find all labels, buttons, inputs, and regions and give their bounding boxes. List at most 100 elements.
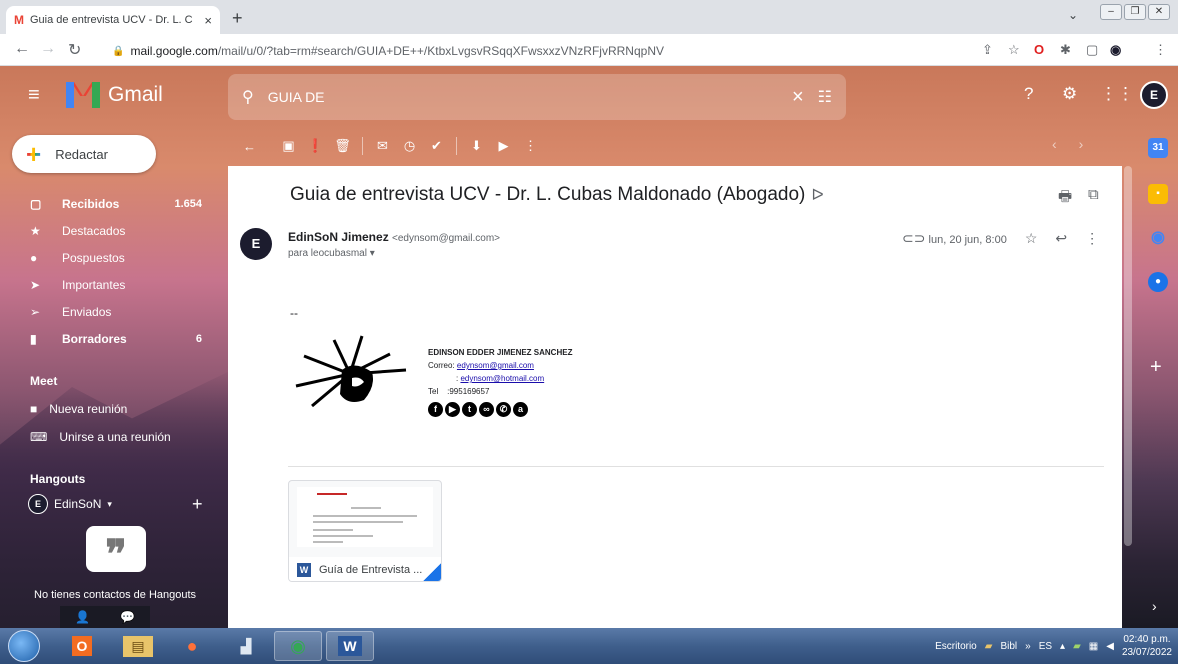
expand-panel-icon[interactable]: › bbox=[1152, 598, 1157, 614]
chrome-taskbar-icon[interactable]: ◉ bbox=[274, 631, 322, 661]
move-to-icon[interactable]: ⬇ bbox=[463, 138, 490, 154]
apps-grid-icon[interactable]: ⋮⋮ bbox=[1100, 84, 1134, 104]
youtube-icon[interactable]: ▶ bbox=[445, 402, 460, 417]
pager-arrows-icon[interactable]: ‹› bbox=[1052, 136, 1105, 152]
clock-date: 23/07/2022 bbox=[1121, 647, 1172, 658]
tab-close-icon[interactable]: × bbox=[204, 13, 212, 28]
network-taskbar-icon[interactable]: ▟ bbox=[222, 631, 270, 661]
calendar-icon[interactable]: 31 bbox=[1148, 138, 1168, 158]
maximize-button[interactable]: ❐ bbox=[1124, 4, 1146, 20]
add-task-icon[interactable]: ✔ bbox=[423, 138, 450, 154]
profile-avatar-icon[interactable]: ◉ bbox=[1110, 42, 1121, 58]
settings-gear-icon[interactable]: ⚙ bbox=[1062, 84, 1077, 104]
minimize-button[interactable]: – bbox=[1100, 4, 1122, 20]
library-label[interactable]: Bibl bbox=[1000, 641, 1017, 652]
hangouts-user[interactable]: E EdinSoN ▾ bbox=[28, 494, 112, 514]
reload-icon[interactable]: ↻ bbox=[68, 40, 81, 60]
compose-button[interactable]: + Redactar bbox=[12, 135, 156, 173]
url-path: /mail/u/0/?tab=rm#search/GUIA+DE++/KtbxL… bbox=[217, 44, 664, 58]
back-arrow-icon[interactable]: ← bbox=[14, 40, 30, 58]
search-options-icon[interactable]: ☷ bbox=[818, 87, 832, 107]
message-scrollbar[interactable] bbox=[1124, 166, 1132, 546]
reply-icon[interactable]: ↩ bbox=[1055, 230, 1067, 247]
opera-extension-icon[interactable]: O bbox=[1034, 42, 1044, 57]
print-icon[interactable]: 🖶 bbox=[1058, 186, 1072, 211]
word-doc-icon: W bbox=[297, 563, 311, 577]
help-icon[interactable]: ? bbox=[1024, 84, 1033, 104]
share-icon[interactable]: ⇪ bbox=[982, 42, 993, 58]
get-addons-plus-icon[interactable]: + bbox=[1150, 356, 1162, 379]
more-vert-icon[interactable]: ⋮ bbox=[1085, 230, 1099, 247]
nav-label: Importantes bbox=[62, 277, 126, 292]
network-tray-icon[interactable]: ▦ bbox=[1089, 641, 1098, 652]
tripadvisor-icon[interactable]: ∞ bbox=[479, 402, 494, 417]
signature-email-link[interactable]: edynsom@gmail.com bbox=[457, 361, 534, 370]
tray-expand-icon[interactable]: ▴ bbox=[1060, 641, 1065, 652]
add-hangout-icon[interactable]: + bbox=[192, 494, 203, 515]
gmail-logo[interactable]: Gmail bbox=[66, 82, 163, 108]
back-to-list-icon[interactable]: ← bbox=[236, 139, 263, 154]
explorer-taskbar-icon[interactable]: ▤ bbox=[114, 631, 162, 661]
nav-item-snoozed[interactable]: ● Pospuestos bbox=[0, 244, 214, 271]
clock[interactable]: 02:40 p.m. 23/07/2022 bbox=[1122, 633, 1172, 659]
nav-item-inbox[interactable]: ▢ Recibidos 1.654 bbox=[0, 190, 214, 217]
search-icon[interactable]: ⚲ bbox=[242, 87, 254, 107]
sender-avatar[interactable]: E bbox=[240, 228, 272, 260]
keep-icon[interactable]: ▪ bbox=[1148, 184, 1168, 204]
browser-tab[interactable]: M Guia de entrevista UCV - Dr. L. C × bbox=[6, 6, 220, 34]
amazon-icon[interactable]: a bbox=[513, 402, 528, 417]
mark-unread-icon[interactable]: ✉ bbox=[369, 138, 396, 154]
report-spam-icon[interactable]: ❗ bbox=[302, 138, 329, 154]
nav-item-sent[interactable]: ➢ Enviados bbox=[0, 298, 214, 325]
chat-bubble-icon[interactable]: 💬 bbox=[120, 610, 135, 624]
main-menu-icon[interactable]: ≡ bbox=[28, 84, 40, 107]
url-field[interactable]: 🔒 mail.google.com/mail/u/0/?tab=rm#searc… bbox=[112, 40, 1052, 62]
contacts-person-icon[interactable]: 👤 bbox=[75, 610, 90, 624]
more-options-icon[interactable]: ⋮ bbox=[517, 138, 544, 154]
label-tag-icon[interactable]: ▶ bbox=[490, 138, 517, 154]
volume-tray-icon[interactable]: ◀ bbox=[1106, 641, 1114, 652]
forward-arrow-icon[interactable]: → bbox=[40, 40, 56, 58]
recipient-line[interactable]: para leocubasmal ▾ bbox=[288, 248, 375, 259]
sidepanel-icon[interactable]: ▢ bbox=[1086, 42, 1098, 58]
language-indicator[interactable]: ES bbox=[1039, 641, 1052, 652]
word-taskbar-icon[interactable]: W bbox=[326, 631, 374, 661]
sender-name[interactable]: EdinSoN Jimenez bbox=[288, 230, 389, 244]
importance-marker-icon[interactable]: ᐅ bbox=[811, 187, 823, 204]
extensions-puzzle-icon[interactable]: ✱ bbox=[1060, 42, 1071, 58]
contacts-icon[interactable]: ● bbox=[1148, 272, 1168, 292]
nav-item-starred[interactable]: ★ Destacados bbox=[0, 217, 214, 244]
search-bar[interactable]: ⚲ GUIA DE × ☷ bbox=[228, 74, 846, 120]
search-input[interactable]: GUIA DE bbox=[268, 89, 778, 105]
attachment-footer: W Guía de Entrevista ... bbox=[289, 557, 441, 581]
start-button[interactable] bbox=[8, 630, 40, 662]
firefox-taskbar-icon[interactable]: ● bbox=[168, 631, 216, 661]
clear-search-icon[interactable]: × bbox=[792, 86, 804, 109]
open-new-window-icon[interactable]: ⧉ bbox=[1088, 186, 1099, 203]
snooze-clock-icon[interactable]: ◷ bbox=[396, 138, 423, 154]
join-meeting-item[interactable]: ⌨ Unirse a una reunión bbox=[30, 430, 171, 444]
tasks-icon[interactable]: ◉ bbox=[1148, 228, 1168, 248]
close-window-button[interactable]: ✕ bbox=[1148, 4, 1170, 20]
account-avatar[interactable]: E bbox=[1140, 81, 1168, 109]
tray-app-icon[interactable]: ▰ bbox=[1073, 641, 1081, 652]
delete-trash-icon[interactable]: 🗑 bbox=[329, 138, 356, 154]
nav-item-drafts[interactable]: ▮ Borradores 6 bbox=[0, 325, 214, 352]
outlook-taskbar-icon[interactable]: O bbox=[58, 631, 106, 661]
tab-search-icon[interactable]: ⌄ bbox=[1068, 8, 1078, 22]
whatsapp-icon[interactable]: ✆ bbox=[496, 402, 511, 417]
signature-email2-link[interactable]: edynsom@hotmail.com bbox=[460, 374, 544, 383]
desktop-toolbar-label[interactable]: Escritorio bbox=[935, 641, 977, 652]
new-tab-button[interactable]: + bbox=[232, 8, 243, 29]
star-outline-icon[interactable]: ☆ bbox=[1025, 230, 1038, 247]
browser-menu-icon[interactable]: ⋮ bbox=[1154, 42, 1167, 58]
facebook-icon[interactable]: f bbox=[428, 402, 443, 417]
archive-icon[interactable]: ▣ bbox=[275, 138, 302, 154]
toolbar-overflow-icon[interactable]: » bbox=[1025, 641, 1031, 652]
attachment-card[interactable]: W Guía de Entrevista ... bbox=[288, 480, 442, 582]
nav-item-important[interactable]: ➤ Importantes bbox=[0, 271, 214, 298]
bookmark-star-icon[interactable]: ☆ bbox=[1008, 42, 1020, 58]
new-meeting-item[interactable]: ■ Nueva reunión bbox=[30, 402, 127, 416]
twitter-icon[interactable]: t bbox=[462, 402, 477, 417]
library-folder-icon[interactable]: ▰ bbox=[985, 641, 993, 652]
